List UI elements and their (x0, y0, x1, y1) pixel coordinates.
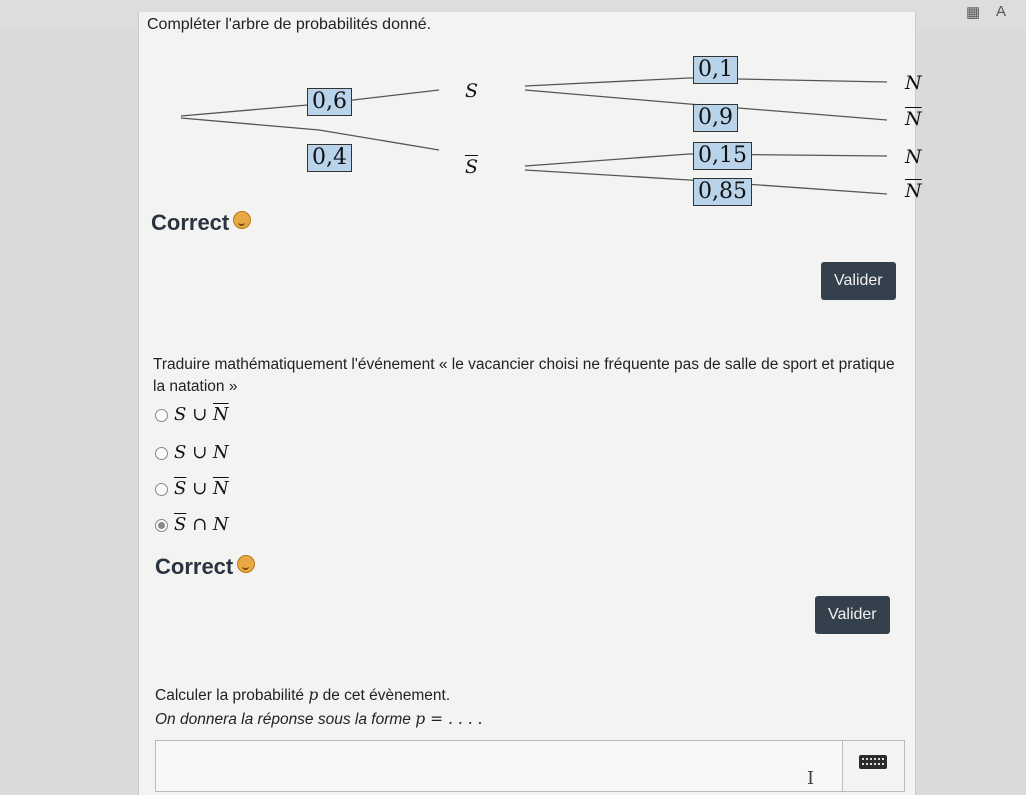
choice-4[interactable]: S ∩ N (155, 514, 229, 535)
virtual-keyboard-button[interactable] (843, 740, 905, 792)
prob-box-not-s[interactable]: 0,4 (307, 144, 352, 172)
radio-button[interactable] (155, 482, 168, 496)
radio-button[interactable] (155, 408, 168, 422)
prob-box-n-given-s[interactable]: 0,1 (693, 56, 738, 84)
prob-box-s[interactable]: 0,6 (307, 88, 352, 116)
immersive-reader-icon[interactable]: ▦ (966, 3, 980, 21)
question3-hint: On donnera la réponse sous la forme p = … (155, 710, 483, 728)
validate-button-2[interactable]: Valider (815, 596, 890, 634)
feedback-text: Correct (155, 554, 234, 579)
prob-box-not-n-given-s[interactable]: 0,9 (693, 104, 738, 132)
choice-2[interactable]: S ∪ N (155, 442, 229, 463)
prob-box-not-n-given-not-s[interactable]: 0,85 (693, 178, 752, 206)
feedback-correct-2: Correct (155, 554, 256, 580)
radio-button[interactable] (155, 446, 168, 460)
question-panel: Compléter l'arbre de probabilités donné.… (138, 12, 922, 795)
keyboard-icon (859, 755, 887, 769)
event-label-n-2: N (905, 146, 922, 168)
answer-input[interactable] (155, 740, 843, 792)
event-label-not-s: S (465, 156, 479, 178)
prob-box-n-given-not-s[interactable]: 0,15 (693, 142, 752, 170)
validate-button-1[interactable]: Valider (821, 262, 896, 300)
event-label-not-n-2: N (905, 180, 922, 202)
event-label-not-n-1: N (905, 108, 922, 130)
choice-1[interactable]: S ∪ N (155, 404, 229, 425)
radio-button-selected[interactable] (155, 518, 168, 532)
choice-3[interactable]: S ∪ N (155, 478, 229, 499)
probability-tree: 0,6 0,4 S S 0,1 0,9 0,15 0,85 N N N N (169, 48, 959, 208)
feedback-correct-1: Correct (151, 210, 252, 236)
question1-title: Compléter l'arbre de probabilités donné. (147, 16, 432, 33)
question2-prompt: Traduire mathématiquement l'événement « … (153, 356, 895, 395)
smiley-icon (233, 211, 252, 229)
event-label-s: S (465, 80, 479, 102)
smiley-icon (237, 555, 256, 573)
question3-prompt: Calculer la probabilité p de cet évèneme… (155, 686, 451, 704)
text-cursor-icon: I (807, 768, 815, 789)
feedback-text: Correct (151, 210, 230, 235)
read-aloud-icon[interactable]: A (996, 3, 1006, 20)
event-label-n-1: N (905, 72, 922, 94)
tree-branches (180, 77, 888, 195)
